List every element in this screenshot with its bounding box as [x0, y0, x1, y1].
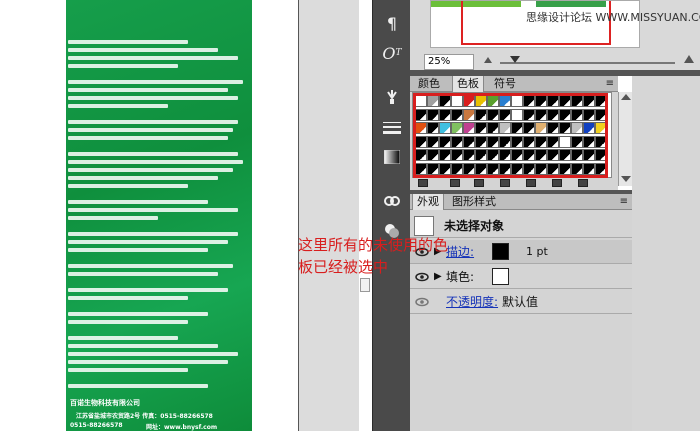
swatch-libraries-icon[interactable]: [418, 179, 428, 187]
gradient-icon[interactable]: [378, 144, 406, 170]
text-line: [68, 160, 243, 164]
illustrator-window: 百诺生物科技有限公司 江苏省盐城市农贸路2号 传真：0515-88266578 …: [0, 0, 700, 431]
zoom-slider[interactable]: [500, 62, 675, 64]
text-line: [68, 184, 188, 188]
swatches-tab-bar: 颜色 色板 符号 ≡: [410, 76, 618, 92]
new-color-group-icon[interactable]: [500, 179, 510, 187]
fill-swatch[interactable]: [492, 268, 509, 285]
opacity-visibility-eye-icon[interactable]: [414, 294, 430, 310]
appearance-panel: 外观 图形样式 ≡ 未选择对象 ▶ 描边: 1 pt ▶ 填色: 不透明度: 默…: [410, 194, 632, 431]
opacity-value: 默认值: [502, 295, 539, 309]
text-line: [68, 176, 218, 180]
text-line: [68, 168, 233, 172]
appearance-menu-icon[interactable]: ≡: [620, 196, 628, 207]
text-line: [68, 200, 208, 204]
text-line: [68, 288, 228, 292]
stroke-weight[interactable]: 1 pt: [526, 245, 548, 259]
object-thumbnail: [414, 216, 434, 236]
opacity-row[interactable]: 不透明度: 默认值: [410, 290, 632, 314]
text-line: [68, 336, 178, 340]
links-icon[interactable]: [378, 188, 406, 214]
text-line: [68, 352, 238, 356]
text-line: [68, 312, 208, 316]
zoom-slider-knob[interactable]: [510, 56, 520, 63]
text-line: [68, 96, 238, 100]
stroke-swatch[interactable]: [492, 243, 509, 260]
annotation-text: 这里所有的未使用的色板已经被选中: [298, 236, 449, 276]
text-line: [68, 368, 188, 372]
text-line: [68, 48, 218, 52]
delete-swatch-icon[interactable]: [552, 179, 562, 187]
text-line: [68, 248, 208, 252]
pasteboard: [299, 0, 359, 431]
opacity-label[interactable]: 不透明度:: [446, 295, 498, 309]
tab-graphic-styles[interactable]: 图形样式: [448, 194, 500, 210]
opentype-icon[interactable]: OT: [378, 40, 406, 66]
trash-icon[interactable]: [578, 179, 588, 187]
company-address: 江苏省盐城市农贸路2号 传真：0515-88266578: [76, 413, 213, 420]
text-line: [68, 120, 238, 124]
text-line: [68, 216, 158, 220]
swatches-toolbar: [410, 178, 618, 190]
text-line: [68, 344, 218, 348]
text-line: [68, 88, 228, 92]
company-name: 百诺生物科技有限公司: [70, 399, 140, 407]
panel-menu-icon[interactable]: ≡: [606, 78, 614, 89]
no-selection-label: 未选择对象: [444, 219, 505, 233]
company-website: 网址：www.bnysf.com: [146, 424, 218, 431]
text-line: [68, 232, 238, 236]
show-kinds-icon[interactable]: [450, 179, 460, 187]
paragraph-icon[interactable]: ¶: [378, 10, 406, 36]
text-line: [68, 208, 238, 212]
text-line: [68, 320, 188, 324]
stroke-label[interactable]: 描边:: [446, 245, 474, 259]
tab-symbols[interactable]: 符号: [490, 76, 520, 92]
text-line: [68, 152, 238, 156]
tab-swatches[interactable]: 色板: [452, 76, 484, 92]
text-line: [68, 272, 218, 276]
text-line: [68, 128, 233, 132]
new-swatch-icon[interactable]: [526, 179, 536, 187]
scrollbar-thumb[interactable]: [360, 278, 370, 292]
brush-icon[interactable]: [378, 84, 406, 110]
appearance-tab-bar: 外观 图形样式 ≡: [410, 194, 632, 210]
text-line: [68, 264, 233, 268]
zoom-in-icon[interactable]: [684, 55, 694, 63]
fill-label: 填色:: [446, 270, 475, 284]
zoom-input[interactable]: 25%: [424, 54, 474, 70]
tab-appearance[interactable]: 外观: [412, 194, 444, 210]
swatches-panel: 颜色 色板 符号 ≡: [410, 76, 618, 190]
company-phone: 0515-88266578: [70, 422, 123, 429]
text-line: [68, 104, 168, 108]
dock-background: [632, 76, 700, 431]
text-line: [68, 56, 238, 60]
selection-highlight: [413, 93, 608, 178]
panel-dock-icons: ¶ OT: [372, 0, 410, 431]
text-line: [68, 64, 178, 68]
scroll-down-icon[interactable]: [621, 176, 631, 182]
text-line: [68, 136, 228, 140]
document-page: 百诺生物科技有限公司 江苏省盐城市农贸路2号 传真：0515-88266578 …: [0, 0, 300, 431]
text-line: [68, 240, 228, 244]
text-line: [68, 296, 188, 300]
swatch-options-icon[interactable]: [474, 179, 484, 187]
stroke-lines-icon[interactable]: [378, 116, 406, 142]
swatches-scrollbar[interactable]: [618, 92, 632, 186]
text-line: [68, 80, 243, 84]
watermark: 思缘设计论坛 WWW.MISSYUAN.COM: [526, 11, 700, 24]
brochure-green-panel: 百诺生物科技有限公司 江苏省盐城市农贸路2号 传真：0515-88266578 …: [66, 0, 252, 431]
zoom-out-icon[interactable]: [484, 57, 492, 63]
text-line: [68, 360, 228, 364]
text-line: [68, 384, 208, 388]
tab-color[interactable]: 颜色: [414, 76, 444, 92]
scroll-up-icon[interactable]: [621, 94, 631, 100]
text-line: [68, 40, 188, 44]
